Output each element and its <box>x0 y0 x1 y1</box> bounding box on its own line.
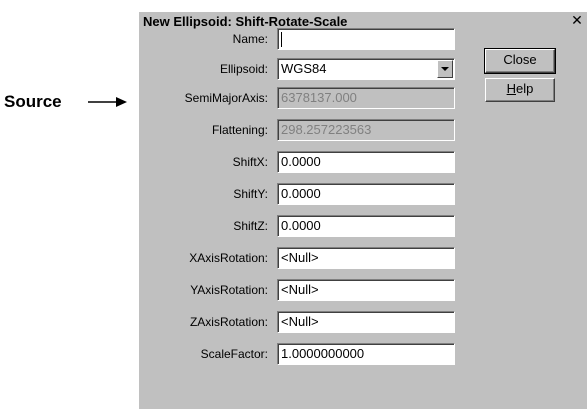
shiftz-input[interactable]: 0.0000 <box>277 215 455 237</box>
yrot-input[interactable]: <Null> <box>277 279 455 301</box>
help-label: elp <box>516 81 534 96</box>
help-button[interactable]: Help <box>485 78 555 102</box>
ellipsoid-value: WGS84 <box>281 61 327 76</box>
shiftz-label: ShiftZ: <box>233 219 268 233</box>
close-icon[interactable]: ✕ <box>569 12 585 30</box>
shifty-label: ShiftY: <box>233 187 268 201</box>
help-mnemonic: H <box>506 81 517 96</box>
name-label: Name: <box>232 32 268 46</box>
ellipsoid-dialog: New Ellipsoid: Shift-Rotate-Scale ✕ Name… <box>139 12 587 409</box>
flattening-label: Flattening: <box>211 123 268 137</box>
shiftx-label: ShiftX: <box>232 155 268 169</box>
shiftx-input[interactable]: 0.0000 <box>277 151 455 173</box>
xrot-label: XAxisRotation: <box>189 251 268 265</box>
zrot-input[interactable]: <Null> <box>277 311 455 333</box>
flattening-field: 298.257223563 <box>277 119 455 141</box>
right-arrow-icon <box>88 97 127 107</box>
ellipsoid-label: Ellipsoid: <box>219 62 268 76</box>
close-button[interactable]: Close <box>484 48 556 74</box>
scale-label: ScaleFactor: <box>200 347 268 361</box>
semimajor-field: 6378137.000 <box>277 87 455 109</box>
text-cursor <box>281 32 282 47</box>
source-annotation-label: Source <box>4 92 62 111</box>
yrot-label: YAxisRotation: <box>190 283 268 297</box>
scale-input[interactable]: 1.0000000000 <box>277 343 455 365</box>
dialog-title: New Ellipsoid: Shift-Rotate-Scale <box>143 14 348 29</box>
chevron-down-icon[interactable] <box>437 60 453 78</box>
xrot-input[interactable]: <Null> <box>277 247 455 269</box>
semimajor-label: SemiMajorAxis: <box>184 91 268 105</box>
name-input[interactable] <box>277 28 455 50</box>
ellipsoid-select[interactable]: WGS84 <box>277 58 455 80</box>
shifty-input[interactable]: 0.0000 <box>277 183 455 205</box>
zrot-label: ZAxisRotation: <box>189 315 268 329</box>
